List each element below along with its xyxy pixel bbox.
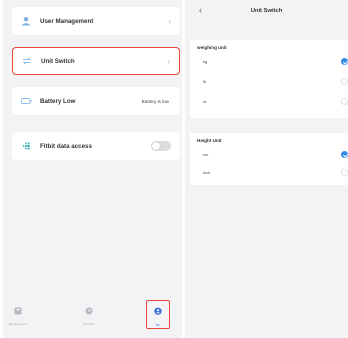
fitbit-data-access-label: Fitbit data access [40,142,92,150]
tab-records[interactable]: Records [76,302,102,326]
height-unit-title: Height Unit [197,138,222,143]
unit-option-label: kg [203,59,208,64]
page-title: Unit Switch [250,8,283,14]
radio-checked-icon[interactable] [341,58,348,65]
fitbit-icon [20,140,32,152]
tab-measurement[interactable]: Measurement [5,302,31,326]
user-icon [20,15,32,27]
tab-measurement-label: Measurement [8,322,28,326]
settings-screen: User Management › Unit Switch › Battery … [3,0,182,338]
radio-unchecked-icon[interactable] [341,98,348,105]
unit-switch-item[interactable]: Unit Switch › [12,47,180,75]
history-icon [85,302,93,320]
radio-checked-icon[interactable] [341,151,348,158]
battery-status-value: Battery is low [141,98,169,104]
height-unit-panel: Height Unit cm inch [190,133,348,185]
unit-option-kg[interactable]: kg [190,58,348,67]
unit-option-cm[interactable]: cm [190,151,348,160]
fitbit-toggle[interactable] [151,141,171,151]
unit-option-label: lb [203,79,207,84]
tab-me-label: Me [155,323,161,327]
unit-option-label: st [203,99,207,104]
radio-unchecked-icon[interactable] [341,169,348,176]
radio-unchecked-icon[interactable] [341,78,348,85]
nav-bar: ‹ Unit Switch [185,0,348,26]
swap-icon [21,55,33,67]
user-management-label: User Management [40,17,94,25]
unit-option-st[interactable]: st [190,98,348,107]
unit-switch-label: Unit Switch [41,57,75,65]
battery-low-item[interactable]: Battery Low Battery is low [12,87,180,115]
battery-low-label: Battery Low [40,97,76,105]
unit-option-label: cm [203,152,209,157]
bottom-tab-bar: Measurement Records Me [3,298,182,332]
chevron-right-icon: › [168,16,171,26]
weighing-unit-panel: weighing unit kg lb st [190,40,348,118]
tab-me[interactable]: Me [146,300,170,329]
unit-option-lb[interactable]: lb [190,78,348,87]
scale-icon [14,302,22,320]
chevron-right-icon: › [167,56,170,66]
fitbit-data-access-item: Fitbit data access [12,132,180,160]
unit-switch-screen: ‹ Unit Switch weighing unit kg lb st Hei… [185,0,348,338]
user-management-item[interactable]: User Management › [12,7,180,35]
person-icon [154,303,162,321]
weighing-unit-title: weighing unit [197,45,227,50]
battery-icon [20,95,32,107]
unit-option-inch[interactable]: inch [190,169,348,178]
toggle-knob [152,142,160,150]
unit-option-label: inch [203,170,211,175]
tab-records-label: Records [83,322,95,326]
